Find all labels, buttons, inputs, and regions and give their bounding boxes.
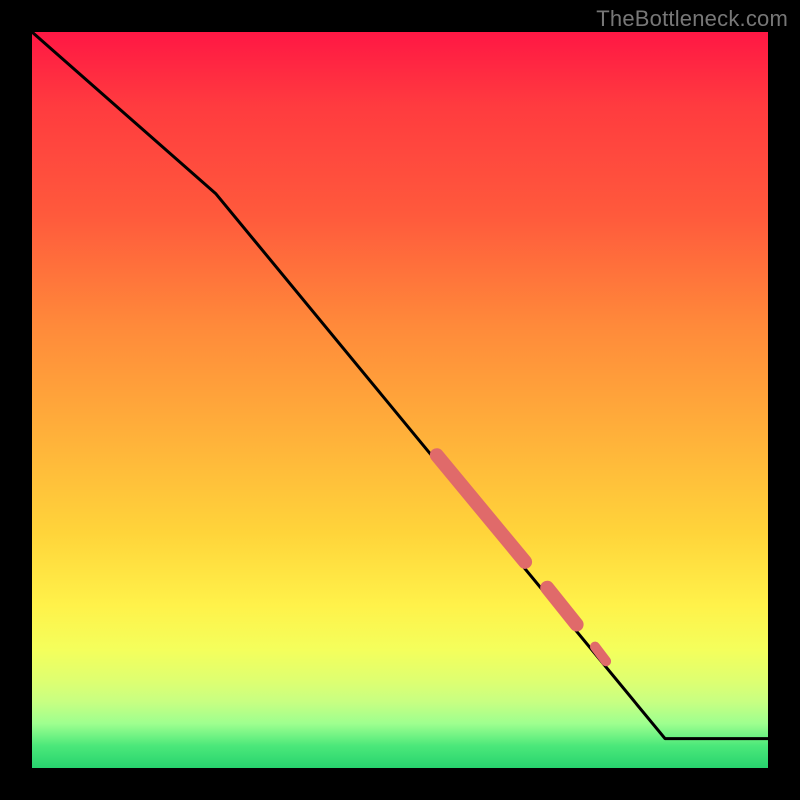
watermark-text: TheBottleneck.com xyxy=(596,6,788,32)
chart-frame: TheBottleneck.com xyxy=(0,0,800,800)
chart-overlay xyxy=(32,32,768,768)
highlight-segment xyxy=(437,455,525,562)
highlighted-segments xyxy=(437,455,606,661)
curve-line xyxy=(32,32,768,739)
highlight-segment xyxy=(595,647,606,662)
highlight-segment xyxy=(547,588,576,625)
